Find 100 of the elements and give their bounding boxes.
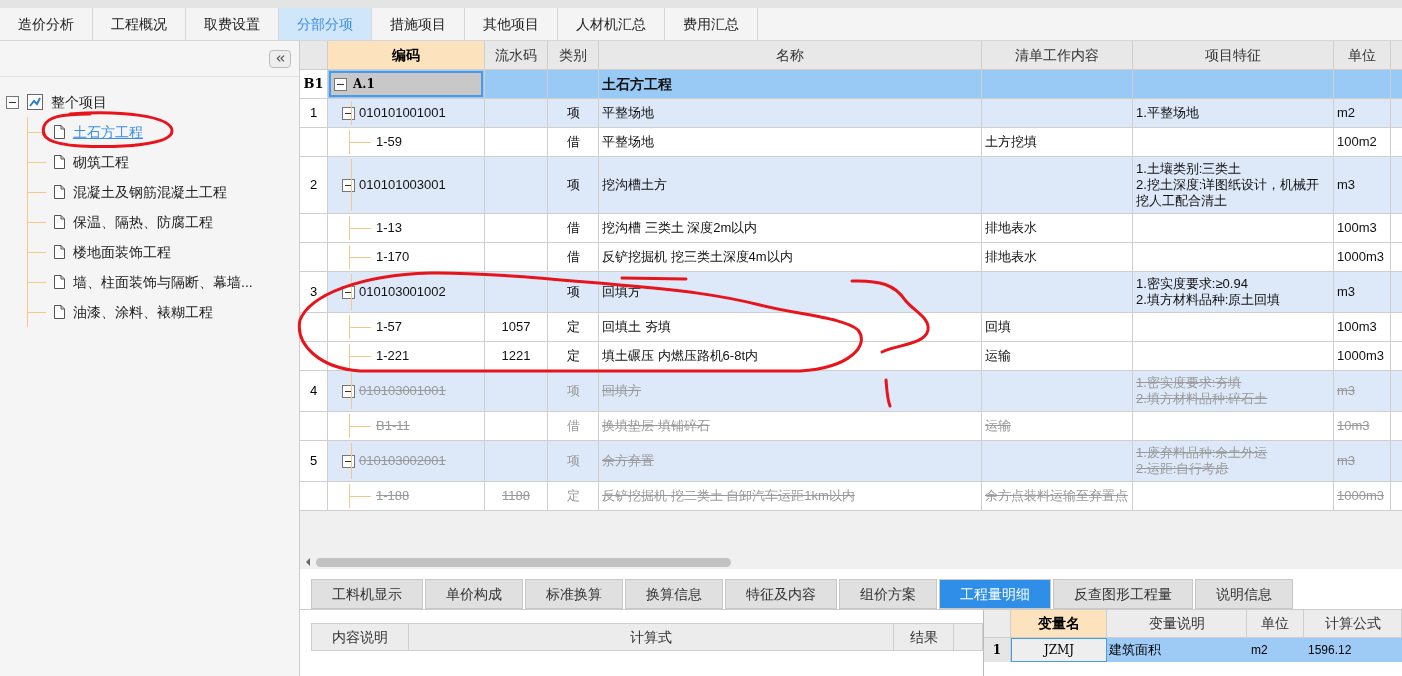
table-cell: 1.密实度要求:夯填 2.填方材料品种:碎石土 <box>1136 375 1268 407</box>
table-cell: 1000m3 <box>1337 249 1384 265</box>
tab[interactable]: 说明信息 <box>1195 579 1293 609</box>
document-icon <box>54 125 65 139</box>
tab[interactable]: 工料机显示 <box>311 579 423 609</box>
document-icon <box>54 155 65 169</box>
row-number: 2 <box>309 177 318 193</box>
table-row[interactable]: B1 A.1 土石方工程 <box>300 70 1402 99</box>
table-cell: 挖沟槽土方 <box>602 177 667 193</box>
code-cell[interactable]: 1-59 <box>328 128 484 156</box>
tree-item[interactable]: 保温、隔热、防腐工程 <box>73 211 213 233</box>
table-cell: 1221 <box>501 348 531 364</box>
table-cell: 项 <box>566 383 580 399</box>
collapse-icon[interactable] <box>334 77 347 91</box>
horizontal-scrollbar[interactable] <box>316 557 731 567</box>
project-icon <box>27 94 43 110</box>
table-row[interactable]: 1-170 借 反铲挖掘机 挖三类土深度4m以内 排地表水 1000m3 <box>300 243 1402 272</box>
tab[interactable]: 单价构成 <box>425 579 523 609</box>
table-cell: m3 <box>1337 383 1356 399</box>
table-cell: 1000m3 <box>1337 488 1384 504</box>
table-row[interactable]: 4 010103001001 项 回填方 1.密实度要求:夯填 2.填方材料品种:碎石土 m3 <box>300 371 1402 412</box>
tree-item[interactable]: 混凝土及钢筋混凝土工程 <box>73 181 227 203</box>
collapse-icon[interactable] <box>6 95 19 109</box>
table-row[interactable]: 1-13 借 挖沟槽 三类土 深度2m以内 排地表水 100m3 <box>300 214 1402 243</box>
code-cell[interactable]: 1-13 <box>328 214 484 242</box>
tree-item[interactable]: 油漆、涂料、裱糊工程 <box>73 301 213 323</box>
row-number: 4 <box>309 383 318 399</box>
table-row[interactable]: 2 010101003001 项 挖沟槽土方 1.土壤类别:三类土 2.挖土深度:详图纸设计，机械开挖人工配合清土 m3 <box>300 157 1402 214</box>
tree-item[interactable]: 墙、柱面装饰与隔断、幕墙... <box>73 271 253 293</box>
table-cell: 平整场地 <box>602 105 654 121</box>
table-cell-text: m2 <box>1250 642 1269 659</box>
code-text: 1-13 <box>376 219 403 238</box>
table-cell: 1188 <box>502 488 530 504</box>
table-cell-text: 1.土壤类别:三类土 2.挖土深度:详图纸设计，机械开挖人工配合清土 <box>1136 161 1321 209</box>
table-row[interactable]: 1-57 1057 定 回填土 夯填 回填 100m3 <box>300 313 1402 342</box>
tree-item[interactable]: 砌筑工程 <box>73 151 129 173</box>
tab[interactable]: 换算信息 <box>625 579 723 609</box>
document-icon <box>54 215 65 229</box>
table-cell: 项 <box>566 284 580 300</box>
code-cell[interactable]: 010103001002 <box>328 272 484 312</box>
table-cell: 100m2 <box>1337 134 1377 150</box>
code-text: 1-57 <box>376 318 403 337</box>
table-cell: 项 <box>566 105 580 121</box>
column-header[interactable]: 变量名 <box>1011 610 1107 638</box>
scroll-left-icon[interactable] <box>304 557 312 567</box>
collapse-panel-button[interactable] <box>269 49 291 68</box>
document-icon <box>54 275 65 289</box>
column-header[interactable]: 计算式 <box>409 624 894 650</box>
table-cell: 运输 <box>985 348 1011 364</box>
document-icon <box>54 185 65 199</box>
tab[interactable]: 标准换算 <box>525 579 623 609</box>
code-text: 1-59 <box>376 133 403 152</box>
table-row[interactable]: 1 010101001001 项 平整场地 1.平整场地 m2 <box>300 99 1402 128</box>
tab[interactable]: 特征及内容 <box>725 579 837 609</box>
collapse-icon[interactable] <box>342 106 355 120</box>
column-header[interactable]: 编码 <box>328 41 485 70</box>
table-cell: 余方点装料运输至弃置点 <box>985 488 1128 504</box>
row-number: 1 <box>309 105 318 121</box>
table-cell: 填土碾压 内燃压路机6-8t内 <box>602 348 758 364</box>
table-cell: 排地表水 <box>985 220 1037 236</box>
row-number: B1 <box>303 76 324 92</box>
tree-root-label[interactable]: 整个项目 <box>51 91 107 113</box>
table-cell: 借 <box>566 249 580 265</box>
collapse-icon[interactable] <box>342 384 355 398</box>
tree-item[interactable]: 楼地面装饰工程 <box>73 241 171 263</box>
row-number: 5 <box>309 453 318 469</box>
table-row[interactable]: 1 JZMJ 建筑面积 m2 1596.12 <box>984 638 1402 662</box>
table-cell: m2 <box>1337 105 1356 121</box>
document-icon <box>54 245 65 259</box>
table-cell: 100m3 <box>1337 319 1377 335</box>
code-text: 010103001002 <box>359 283 446 302</box>
table-row[interactable]: 5 010103002001 项 余方弃置 1.废弃料品种:余土外运 2.运距:自行考虑 m3 <box>300 441 1402 482</box>
table-cell: 回填土 夯填 <box>602 319 671 335</box>
code-cell[interactable]: 1-221 <box>328 342 484 370</box>
code-text: B1-11 <box>376 417 410 436</box>
collapse-icon[interactable] <box>342 454 355 468</box>
table-cell: 排地表水 <box>985 249 1037 265</box>
table-cell: 100m3 <box>1337 220 1377 236</box>
table-cell-text: 1596.12 <box>1307 642 1353 659</box>
code-cell[interactable]: 010101001001 <box>328 99 484 127</box>
tab[interactable]: 反查图形工程量 <box>1053 579 1193 609</box>
code-cell[interactable]: 1-170 <box>328 243 484 271</box>
code-text: 1-221 <box>376 347 410 366</box>
table-cell: 运输 <box>985 418 1011 434</box>
table-cell: 借 <box>566 220 580 236</box>
code-cell[interactable]: 010101003001 <box>328 157 484 213</box>
table-cell-text: 建筑面积 <box>1108 641 1162 660</box>
table-cell: 回填方 <box>602 383 641 399</box>
column-header[interactable]: 结果 <box>894 624 954 650</box>
tab[interactable]: 组价方案 <box>839 579 937 609</box>
table-row[interactable]: 1-221 1221 定 填土碾压 内燃压路机6-8t内 运输 1000m3 <box>300 342 1402 371</box>
code-cell[interactable]: 1-57 <box>328 313 484 341</box>
table-cell: 反铲挖掘机 挖二类土 自卸汽车运距1km以内 <box>602 488 855 504</box>
collapse-icon[interactable] <box>342 178 355 192</box>
table-cell: 平整场地 <box>602 134 654 150</box>
column-header[interactable]: 内容说明 <box>312 624 409 650</box>
table-row[interactable]: 1-59 借 平整场地 土方挖填 100m2 <box>300 128 1402 157</box>
code-text: 010101001001 <box>359 104 446 123</box>
code-text: 010101003001 <box>359 176 446 195</box>
table-cell[interactable]: A.1 <box>329 71 483 97</box>
